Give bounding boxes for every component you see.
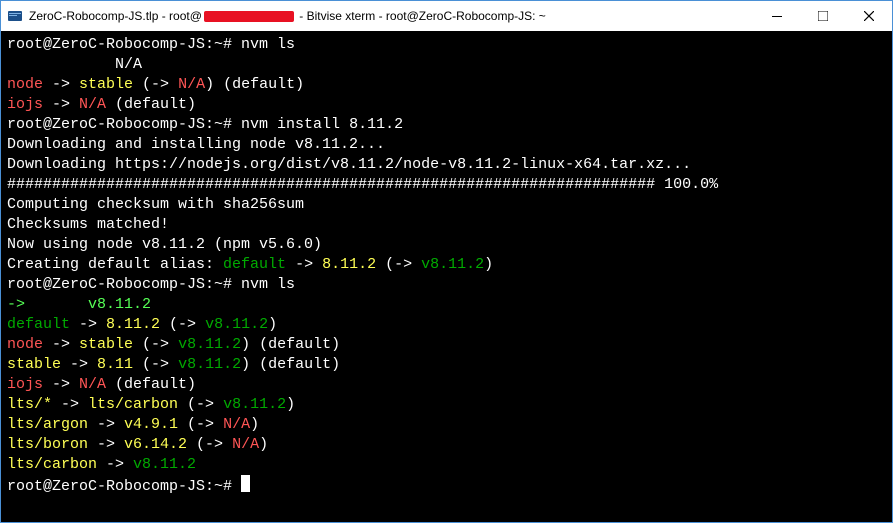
maximize-button[interactable] xyxy=(800,1,846,31)
current-version-line: -> v8.11.2 xyxy=(7,296,151,313)
prompt-line: root@ZeroC-Robocomp-JS:~# nvm install 8.… xyxy=(7,116,403,133)
now-using-line: Now using node v8.11.2 (npm v5.6.0) xyxy=(7,236,322,253)
lts-carbon-line: lts/carbon -> v8.11.2 xyxy=(7,456,196,473)
na-line: N/A xyxy=(7,56,142,73)
close-button[interactable] xyxy=(846,1,892,31)
iojs-alias-line: iojs -> N/A (default) xyxy=(7,96,196,113)
redacted-host xyxy=(204,11,294,22)
window-controls xyxy=(754,1,892,31)
checksum-line: Computing checksum with sha256sum xyxy=(7,196,304,213)
app-icon xyxy=(7,8,23,24)
iojs-alias-line: iojs -> N/A (default) xyxy=(7,376,196,393)
cursor xyxy=(241,475,250,492)
default-alias-line: default -> 8.11.2 (-> v8.11.2) xyxy=(7,316,277,333)
node-alias-line: node -> stable (-> N/A) (default) xyxy=(7,76,304,93)
prompt-line: root@ZeroC-Robocomp-JS:~# nvm ls xyxy=(7,276,295,293)
application-window: ZeroC-Robocomp-JS.tlp - root@ - Bitvise … xyxy=(0,0,893,523)
titlebar[interactable]: ZeroC-Robocomp-JS.tlp - root@ - Bitvise … xyxy=(1,1,892,31)
terminal-output[interactable]: root@ZeroC-Robocomp-JS:~# nvm ls N/A nod… xyxy=(1,31,892,522)
lts-boron-line: lts/boron -> v6.14.2 (-> N/A) xyxy=(7,436,268,453)
progress-bar-line: ########################################… xyxy=(7,176,718,193)
node-alias-line: node -> stable (-> v8.11.2) (default) xyxy=(7,336,340,353)
download-line: Downloading and installing node v8.11.2.… xyxy=(7,136,385,153)
window-title: ZeroC-Robocomp-JS.tlp - root@ - Bitvise … xyxy=(29,9,546,23)
lts-argon-line: lts/argon -> v4.9.1 (-> N/A) xyxy=(7,416,259,433)
prompt-line: root@ZeroC-Robocomp-JS:~# xyxy=(7,478,241,495)
prompt-line: root@ZeroC-Robocomp-JS:~# nvm ls xyxy=(7,36,295,53)
lts-star-line: lts/* -> lts/carbon (-> v8.11.2) xyxy=(7,396,295,413)
download-line: Downloading https://nodejs.org/dist/v8.1… xyxy=(7,156,691,173)
checksum-matched-line: Checksums matched! xyxy=(7,216,169,233)
stable-alias-line: stable -> 8.11 (-> v8.11.2) (default) xyxy=(7,356,340,373)
creating-alias-line: Creating default alias: default -> 8.11.… xyxy=(7,256,493,273)
minimize-button[interactable] xyxy=(754,1,800,31)
